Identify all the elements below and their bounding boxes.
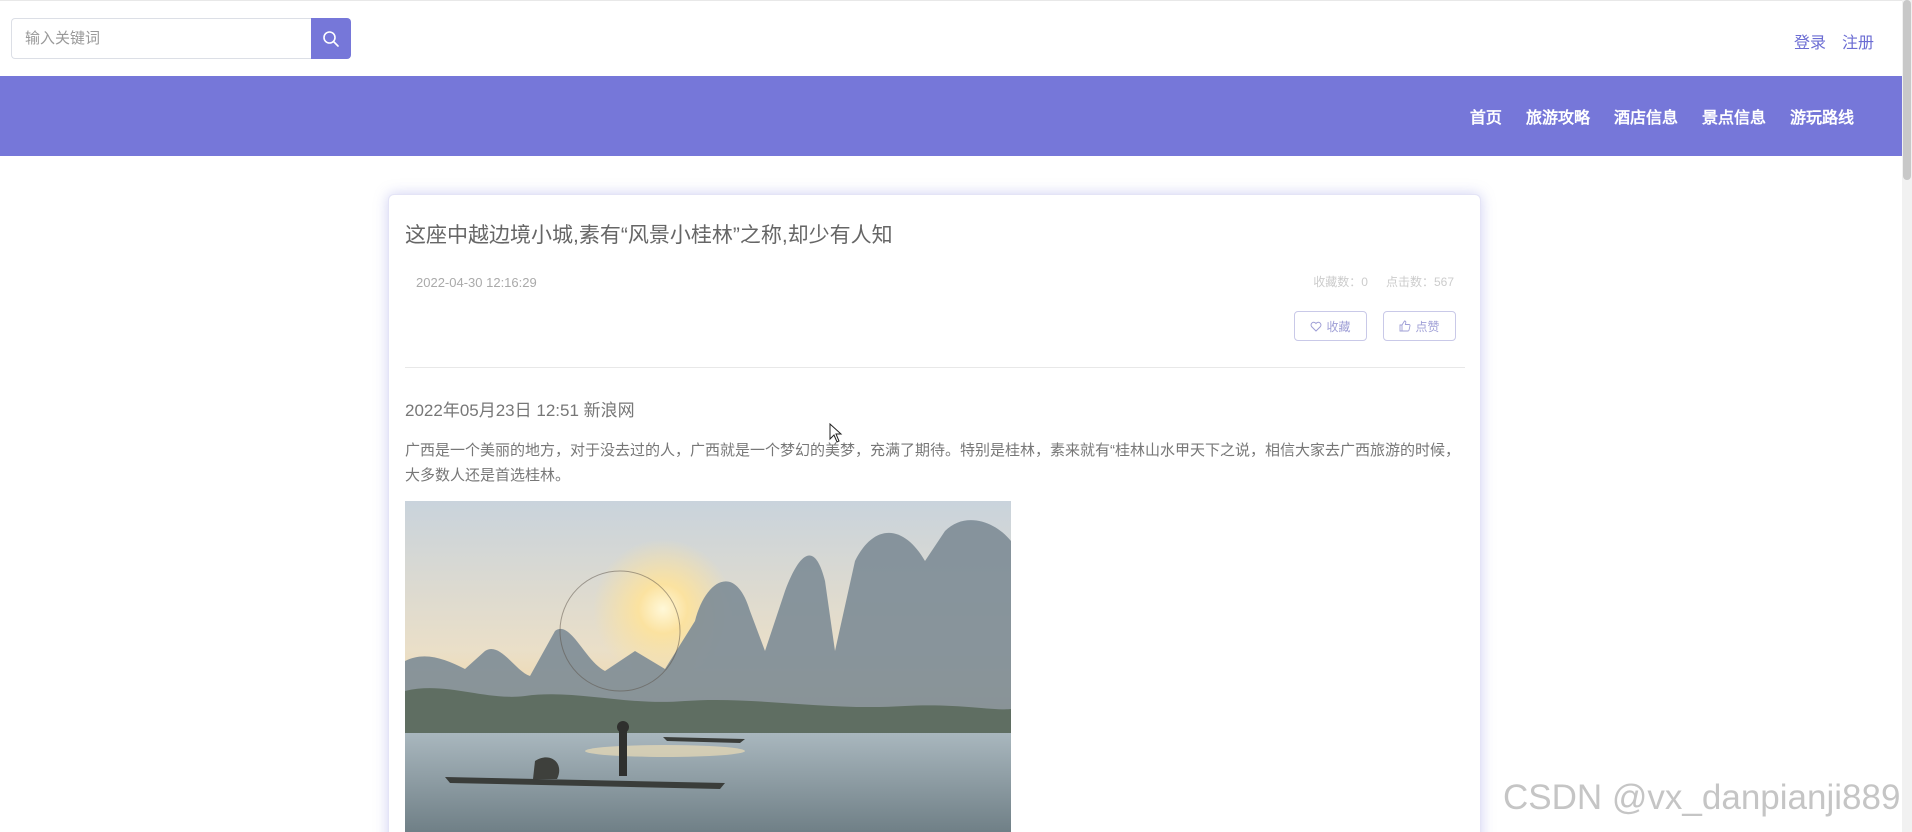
like-button[interactable]: 点赞 (1383, 311, 1456, 341)
top-bar: 登录 注册 (0, 0, 1902, 76)
article-source: 2022年05月23日 12:51 新浪网 (405, 401, 635, 420)
article-photo-guilin-landscape (405, 501, 1011, 832)
watermark: CSDN @vx_danpianji889 (1503, 778, 1901, 817)
scrollbar-thumb[interactable] (1903, 0, 1911, 180)
login-link[interactable]: 登录 (1794, 29, 1826, 53)
heart-icon (1311, 321, 1322, 332)
article-date: 2022-04-30 12:16:29 (416, 275, 537, 290)
main-navbar: 首页 旅游攻略 酒店信息 景点信息 游玩路线 (0, 76, 1902, 156)
search-input[interactable] (11, 18, 312, 59)
favorite-button-label: 收藏 (1326, 319, 1351, 334)
search-button[interactable] (311, 18, 351, 59)
favorite-button[interactable]: 收藏 (1294, 311, 1367, 341)
page-scrollbar[interactable] (1902, 0, 1912, 832)
article-card: 这座中越边境小城,素有“风景小桂林”之称,却少有人知 2022-04-30 12… (388, 194, 1481, 832)
nav-item-attractions[interactable]: 景点信息 (1702, 104, 1766, 128)
article-paragraph: 广西是一个美丽的地方，对于没去过的人，广西就是一个梦幻的美梦，充满了期待。特别是… (405, 442, 1461, 484)
divider (405, 367, 1465, 368)
nav-item-hotels[interactable]: 酒店信息 (1614, 104, 1678, 128)
thumbs-up-icon (1400, 320, 1411, 332)
article-title: 这座中越边境小城,素有“风景小桂林”之称,却少有人知 (405, 224, 893, 247)
search-icon (323, 30, 339, 47)
mouse-cursor-icon (829, 423, 843, 443)
article-stats: 收藏数：0 点击数：567 (1313, 273, 1454, 290)
favorites-count: 收藏数：0 (1313, 275, 1368, 289)
nav-item-home[interactable]: 首页 (1470, 104, 1502, 128)
nav-menu: 首页 旅游攻略 酒店信息 景点信息 游玩路线 (1470, 76, 1854, 156)
clicks-count: 点击数：567 (1385, 275, 1454, 289)
like-button-label: 点赞 (1415, 319, 1440, 334)
nav-item-travel-guides[interactable]: 旅游攻略 (1526, 104, 1590, 128)
auth-links: 登录 注册 (1794, 29, 1874, 53)
nav-item-routes[interactable]: 游玩路线 (1790, 104, 1854, 128)
register-link[interactable]: 注册 (1842, 29, 1874, 53)
